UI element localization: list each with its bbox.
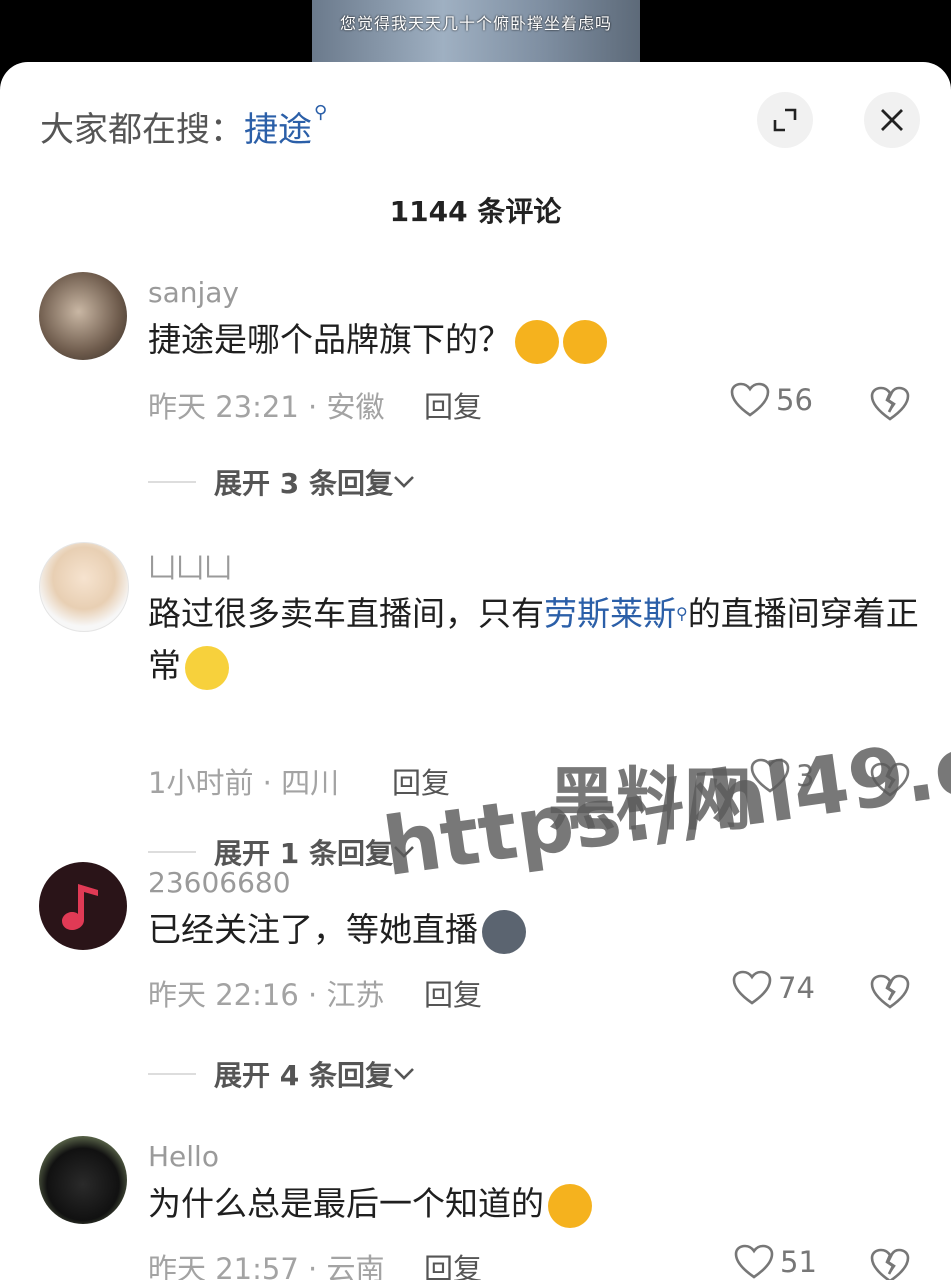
like-count: 56 [776,383,813,417]
comment-meta: 昨天 23:21 · 安徽 [148,390,385,424]
divider [148,851,196,853]
comment-text: 为什么总是最后一个知道的 [148,1178,928,1230]
search-keyword-text: 捷途 [244,110,312,150]
heart-icon [734,1244,774,1279]
laugh-cry-emoji [515,319,559,364]
comment-meta: 昨天 22:16 · 江苏 [148,978,385,1012]
close-button[interactable] [864,92,920,148]
search-suggestion[interactable]: 大家都在搜：捷途 ⚲ [40,102,327,151]
laugh-cry-emoji [563,319,607,364]
heart-icon [732,970,772,1005]
expand-replies-label: 展开 4 条回复 [214,1059,393,1092]
divider [148,481,196,483]
search-link-text: 劳斯莱斯 [544,594,676,633]
comment-body: 已经关注了，等她直播 [148,910,478,949]
close-icon [881,109,903,131]
search-keyword-link[interactable]: 捷途 ⚲ [244,102,327,150]
like-count: 51 [780,1245,817,1279]
expand-replies[interactable]: 展开 3 条回复 [148,462,415,502]
expand-replies[interactable]: 展开 4 条回复 [148,1054,415,1094]
comment-body: 为什么总是最后一个知道的 [148,1184,544,1223]
reply-button[interactable]: 回复 [392,760,450,802]
comment-body: 路过很多卖车直播间，只有 [148,594,544,633]
like-button[interactable]: 74 [732,970,815,1006]
watermark-url: https://hl49.co [378,710,951,895]
comments-sheet: 大家都在搜：捷途 ⚲ 1144 条评论 sanjay 捷途是哪个品牌旗下的？ 昨天… [0,62,951,1280]
expand-replies-label: 展开 3 条回复 [214,467,393,500]
comment-username[interactable]: 23606680 [148,866,291,899]
laugh-cry-emoji [548,1183,592,1228]
comment-text: 捷途是哪个品牌旗下的？ [148,314,928,366]
search-hint-icon: ⚲ [314,102,328,123]
comment-username[interactable]: Hello [148,1140,219,1173]
comment-meta: 昨天 21:57 · 云南 [148,1252,385,1280]
comment-username[interactable]: 凵凵凵 [148,546,232,586]
broken-heart-icon[interactable] [870,1248,910,1280]
chevron-down-icon [394,476,414,488]
search-hint-icon: ⚲ [676,604,688,623]
music-note-icon [62,884,98,930]
chevron-down-icon [394,1068,414,1080]
like-button[interactable]: 51 [734,1244,817,1280]
heart-icon [750,758,790,793]
reply-button[interactable]: 回复 [424,972,482,1014]
doge-emoji [482,909,526,954]
expand-button[interactable] [757,92,813,148]
avatar[interactable] [39,542,129,632]
avatar[interactable] [39,862,127,950]
comment-username[interactable]: sanjay [148,276,239,309]
broken-heart-icon[interactable] [870,974,910,1010]
shocked-emoji [185,645,229,690]
comment-count: 1144 条评论 [389,195,562,228]
like-button[interactable]: 3 [750,758,814,794]
reply-button[interactable]: 回复 [424,384,482,426]
divider [148,1073,196,1075]
comment-body: 捷途是哪个品牌旗下的？ [148,320,511,359]
video-background: 您觉得我天天几十个俯卧撑坐着虑吗 [0,0,951,62]
video-caption: 您觉得我天天几十个俯卧撑坐着虑吗 [339,14,612,33]
broken-heart-icon[interactable] [870,762,910,798]
like-button[interactable]: 56 [730,382,813,418]
comment-meta: 1小时前 · 四川 [148,766,340,800]
watermark-title: 黑料网 [548,761,753,840]
video-thumbnail[interactable]: 您觉得我天天几十个俯卧撑坐着虑吗 [312,0,640,62]
expand-icon [773,108,797,132]
avatar[interactable] [39,272,127,360]
chevron-down-icon [394,846,414,858]
comment-text: 已经关注了，等她直播 [148,904,928,956]
broken-heart-icon[interactable] [870,386,910,422]
reply-button[interactable]: 回复 [424,1246,482,1280]
like-count: 74 [778,971,815,1005]
search-link[interactable]: 劳斯莱斯⚲ [544,594,688,633]
avatar[interactable] [39,1136,127,1224]
heart-icon [730,382,770,417]
like-count: 3 [796,759,815,793]
comment-text: 路过很多卖车直播间，只有劳斯莱斯⚲的直播间穿着正常 [148,588,928,692]
search-prefix: 大家都在搜： [40,110,244,150]
